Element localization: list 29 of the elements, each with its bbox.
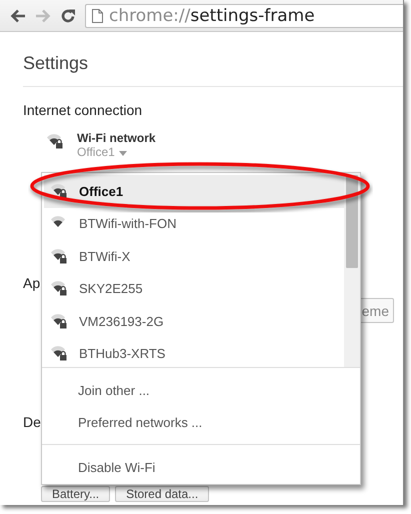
network-item[interactable]: SKY2E255	[44, 272, 344, 305]
network-item[interactable]: BTHub3-XRTS	[44, 338, 344, 367]
network-label: Wi-Fi network	[77, 131, 156, 145]
scrollbar-thumb[interactable]	[346, 175, 358, 268]
section-heading: De	[23, 414, 41, 430]
scrollbar[interactable]	[344, 173, 360, 367]
network-item[interactable]: VM236193-2G	[44, 305, 344, 338]
menu-item[interactable]: Disable Wi-Fi	[42, 451, 360, 483]
section-heading: Internet connection	[23, 102, 142, 118]
address-field[interactable]: chrome://settings-frame	[85, 4, 403, 28]
reload-icon[interactable]	[60, 8, 76, 24]
network-item[interactable]: BTWifi-X	[44, 240, 344, 272]
device-button[interactable]: Stored data...	[115, 486, 210, 502]
wifi-lock-icon	[51, 184, 67, 199]
network-item[interactable]: BTWifi-with-FON	[44, 208, 344, 240]
wifi-lock-icon	[51, 314, 67, 329]
wifi-lock-icon	[51, 248, 67, 264]
page-title: Settings	[23, 32, 403, 87]
device-button[interactable]: Battery...	[41, 486, 110, 502]
wifi-lock-icon	[51, 346, 67, 362]
wifi-lock-icon	[47, 134, 63, 149]
network-item[interactable]: Office1	[44, 175, 344, 208]
wifi-lock-icon	[51, 281, 67, 296]
back-arrow-icon[interactable]	[10, 8, 26, 22]
section-heading: Ap	[23, 275, 40, 291]
caret-icon	[118, 151, 127, 156]
page-icon	[92, 8, 103, 22]
menu-item[interactable]: Preferred networks ...	[42, 406, 360, 438]
menu-item[interactable]: Join other ...	[42, 374, 360, 406]
